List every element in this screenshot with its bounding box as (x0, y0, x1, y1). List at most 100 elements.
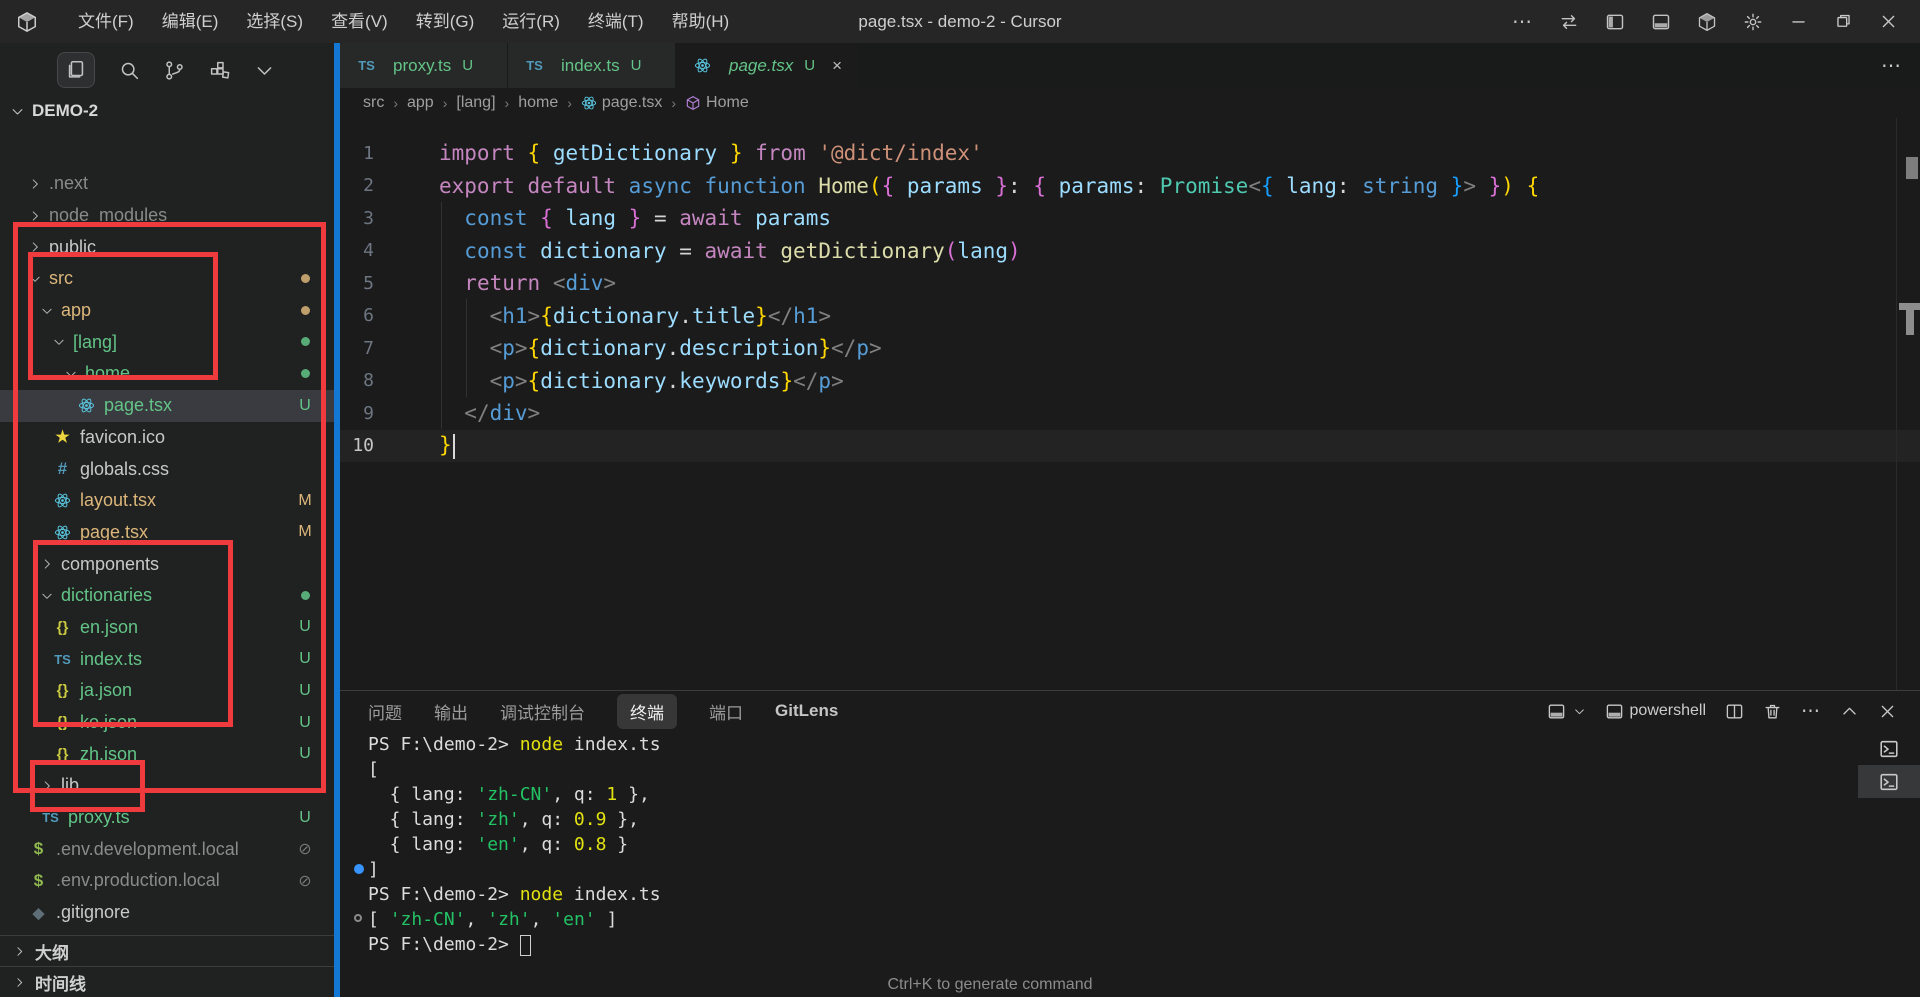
terminal-shell-item[interactable]: powershell (1605, 702, 1706, 721)
tree-item-ko.json[interactable]: {}ko.jsonU (0, 707, 334, 739)
command-decoration-filled[interactable] (354, 864, 364, 874)
tree-item-index.ts[interactable]: TSindex.tsU (0, 643, 334, 675)
tree-item-zh.json[interactable]: {}zh.jsonU (0, 738, 334, 770)
breadcrumb-app[interactable]: app (407, 94, 434, 112)
panel-tab-调试控制台[interactable]: 调试控制台 (500, 699, 585, 724)
chevron-down-icon[interactable] (254, 60, 275, 81)
code-line-3[interactable]: 3 const { lang } = await params (340, 202, 1920, 235)
editor-actions-more-icon[interactable]: ⋯ (1881, 43, 1920, 88)
tree-item-page.tsx[interactable]: page.tsxU (0, 390, 334, 422)
layout-panel-icon[interactable] (1547, 702, 1566, 721)
tree-item-favicon.ico[interactable]: ★favicon.ico (0, 422, 334, 454)
chevron-up-icon[interactable] (1840, 702, 1859, 721)
minimize-button[interactable] (1789, 12, 1808, 31)
menu-查看[interactable]: 查看(V) (317, 0, 402, 43)
tree-item-.gitignore[interactable]: ◆.gitignore (0, 897, 334, 929)
code-line-4[interactable]: 4 const dictionary = await getDictionary… (340, 235, 1920, 268)
panel-tab-问题[interactable]: 问题 (368, 699, 402, 724)
tree-item-ja.json[interactable]: {}ja.jsonU (0, 675, 334, 707)
gear-icon[interactable] (1743, 12, 1763, 32)
breadcrumb-Home[interactable]: Home (685, 94, 749, 112)
code-line-8[interactable]: 8 <p>{dictionary.keywords}</p> (340, 365, 1920, 398)
section-大纲[interactable]: 大纲 (0, 935, 334, 966)
chevron-down-icon[interactable] (1573, 705, 1586, 718)
code-line-10[interactable]: 10} (340, 430, 1920, 463)
chevron-down-icon (10, 104, 25, 119)
menu-帮助[interactable]: 帮助(H) (658, 0, 744, 43)
tree-item-public[interactable]: public (0, 231, 334, 263)
breadcrumb-home[interactable]: home (518, 94, 558, 112)
tree-item-en.json[interactable]: {}en.jsonU (0, 612, 334, 644)
trash-icon[interactable] (1763, 702, 1782, 721)
file-label: zh.json (80, 744, 137, 765)
panel-tab-终端[interactable]: 终端 (617, 694, 677, 729)
tab-proxy.ts[interactable]: TSproxy.tsU (340, 43, 508, 88)
restore-button[interactable] (1834, 12, 1853, 31)
menu-运行[interactable]: 运行(R) (488, 0, 574, 43)
code-line-1[interactable]: 1import { getDictionary } from '@dict/in… (340, 137, 1920, 170)
tree-item-globals.css[interactable]: #globals.css (0, 453, 334, 485)
breadcrumb-separator: › (671, 95, 676, 111)
layout-sidebar-icon[interactable] (1605, 12, 1625, 32)
ellipsis-icon[interactable]: ⋯ (1801, 700, 1821, 723)
extensions-icon[interactable] (209, 60, 230, 81)
breadcrumb-src[interactable]: src (363, 94, 384, 112)
panel-tab-GitLens[interactable]: GitLens (775, 701, 838, 721)
section-时间线[interactable]: 时间线 (0, 966, 334, 997)
code-text: <p>{dictionary.keywords}</p> (439, 369, 844, 393)
terminal-instance-2[interactable] (1858, 765, 1920, 798)
command-decoration-ring[interactable] (354, 914, 362, 922)
tree-item-dictionaries[interactable]: dictionaries (0, 580, 334, 612)
tree-item-.next[interactable]: .next (0, 168, 334, 200)
tree-item-layout.tsx[interactable]: layout.tsxM (0, 485, 334, 517)
tree-item-components[interactable]: components (0, 548, 334, 580)
files-icon[interactable] (57, 52, 95, 88)
code-line-6[interactable]: 6 <h1>{dictionary.title}</h1> (340, 300, 1920, 333)
scrollbar-thumb[interactable] (1906, 157, 1918, 179)
menu-文件[interactable]: 文件(F) (64, 0, 148, 43)
ellipsis-icon[interactable]: ⋯ (1512, 9, 1533, 34)
menu-编辑[interactable]: 编辑(E) (148, 0, 233, 43)
tab-page.tsx[interactable]: page.tsxU× (676, 43, 859, 88)
layout-panel-icon[interactable] (1651, 12, 1671, 32)
close-button[interactable] (1879, 12, 1898, 31)
arrows-swap-icon[interactable] (1559, 12, 1579, 32)
git-branch-icon[interactable] (164, 60, 185, 81)
close-icon[interactable] (1878, 702, 1897, 721)
tree-item-proxy.ts[interactable]: TSproxy.tsU (0, 802, 334, 834)
file-label: lib (61, 775, 79, 796)
code-line-9[interactable]: 9 </div> (340, 397, 1920, 430)
tree-item-src[interactable]: src (0, 263, 334, 295)
code-line-2[interactable]: 2export default async function Home({ pa… (340, 170, 1920, 203)
split-icon[interactable] (1725, 702, 1744, 721)
terminal-instance-1[interactable] (1858, 732, 1920, 765)
main-area: DEMO-2 .nextnode_modulespublicsrcapp[lan… (0, 43, 1920, 997)
explorer-root[interactable]: DEMO-2 (0, 97, 334, 125)
cursor-logo-icon[interactable] (1697, 12, 1717, 32)
tree-item-app[interactable]: app (0, 295, 334, 327)
panel-tab-输出[interactable]: 输出 (434, 699, 468, 724)
editor-scrollbar[interactable] (1896, 118, 1920, 690)
tree-item-lib[interactable]: lib (0, 770, 334, 802)
menu-终端[interactable]: 终端(T) (574, 0, 658, 43)
menu-选择[interactable]: 选择(S) (232, 0, 317, 43)
terminal-output[interactable]: PS F:\demo-2> node index.ts[ { lang: 'zh… (368, 732, 661, 957)
code-line-5[interactable]: 5 return <div> (340, 267, 1920, 300)
tree-item-page.tsx[interactable]: page.tsxM (0, 517, 334, 549)
panel-tab-端口[interactable]: 端口 (709, 699, 743, 724)
tree-item-.env.production.local[interactable]: $.env.production.local⊘ (0, 865, 334, 897)
tree-item-[lang][interactable]: [lang] (0, 326, 334, 358)
search-icon[interactable] (119, 60, 140, 81)
breadcrumb-[lang][interactable]: [lang] (456, 94, 495, 112)
code-line-7[interactable]: 7 <p>{dictionary.description}</p> (340, 332, 1920, 365)
file-label: src (49, 268, 73, 289)
tab-index.ts[interactable]: TSindex.tsU (508, 43, 676, 88)
tree-item-.env.development.local[interactable]: $.env.development.local⊘ (0, 833, 334, 865)
window-title: page.tsx - demo-2 - Cursor (858, 12, 1061, 32)
code-editor[interactable]: 1import { getDictionary } from '@dict/in… (340, 118, 1920, 690)
menu-转到[interactable]: 转到(G) (402, 0, 489, 43)
breadcrumb-page.tsx[interactable]: page.tsx (581, 94, 662, 112)
tree-item-node_modules[interactable]: node_modules (0, 200, 334, 232)
close-tab-icon[interactable]: × (832, 56, 842, 76)
tree-item-home[interactable]: home (0, 358, 334, 390)
